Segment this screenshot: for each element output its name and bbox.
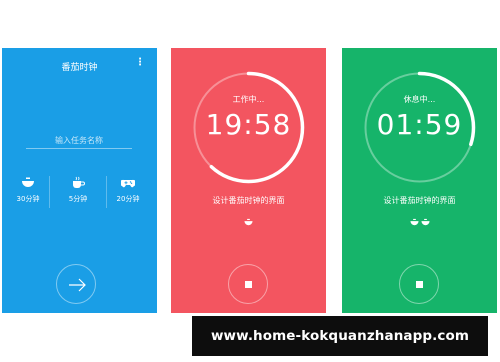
task-name-input[interactable] [26,132,132,149]
duration-30-option[interactable]: 30分钟 [8,176,48,210]
timer-display: 01:59 [376,108,463,141]
app-title: 番茄时钟 [61,63,98,73]
divider [49,176,50,208]
start-button[interactable] [56,264,96,304]
arrow-right-icon [69,278,86,292]
duration-label: 30分钟 [16,195,40,203]
coffee-icon [73,176,85,188]
duration-label: 20分钟 [116,195,140,203]
stop-button[interactable] [399,264,439,304]
watermark-banner: www.home-kokquanzhanapp.com [192,316,488,356]
duration-20-option[interactable]: 20分钟 [108,176,148,210]
work-screen: 工作中... 19:58 设计番茄时钟的界面 [171,48,326,313]
bowl-icon [409,218,419,226]
stop-icon [245,281,252,288]
completed-pomodoros [342,212,497,231]
divider [106,176,107,208]
stop-icon [416,281,423,288]
task-caption: 设计番茄时钟的界面 [212,196,285,205]
duration-5-option[interactable]: 5分钟 [58,176,98,210]
gamepad-icon [121,179,135,188]
timer-state-label: 工作中... [232,95,265,104]
bowl-icon [22,177,34,187]
more-vertical-icon[interactable]: ⋮ [135,58,145,68]
duration-label: 5分钟 [68,195,88,203]
stop-button[interactable] [228,264,268,304]
timer-display: 19:58 [205,108,292,141]
setup-screen: 番茄时钟 ⋮ 30分钟 5分钟 20分钟 [2,48,157,313]
timer-state-label: 休息中... [403,95,436,104]
rest-screen: 休息中... 01:59 设计番茄时钟的界面 [342,48,497,313]
completed-pomodoros [171,212,326,231]
bowl-icon [420,218,430,226]
bowl-icon [244,218,253,226]
task-caption: 设计番茄时钟的界面 [383,196,456,205]
